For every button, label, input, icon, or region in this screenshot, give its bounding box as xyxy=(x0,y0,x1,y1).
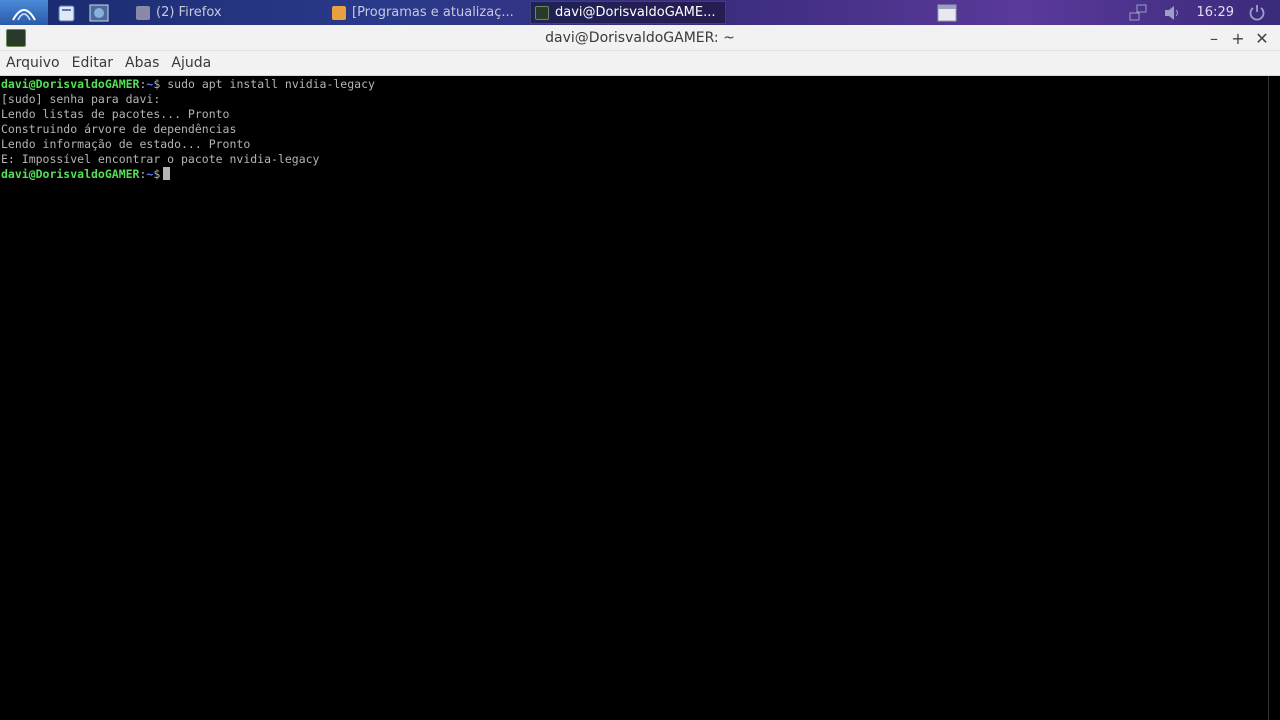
task-programas[interactable]: [Programas e atualizaç... xyxy=(328,1,524,24)
menu-arquivo[interactable]: Arquivo xyxy=(2,55,64,71)
software-center-icon xyxy=(332,5,346,20)
terminal-line: davi@DorisvaldoGAMER:~$ sudo apt install… xyxy=(1,77,1268,92)
terminal-error-line: E: Impossível encontrar o pacote nvidia-… xyxy=(1,152,320,166)
menu-editar[interactable]: Editar xyxy=(68,55,117,71)
network-tray-icon xyxy=(1129,4,1147,20)
prompt-dollar: $ xyxy=(153,77,168,91)
prompt-user: davi@DorisvaldoGAMER xyxy=(1,167,140,181)
terminal-line: Construindo árvore de dependências xyxy=(1,122,237,136)
volume-tray[interactable] xyxy=(1163,0,1183,25)
start-menu-button[interactable] xyxy=(0,0,48,25)
file-manager-launcher[interactable] xyxy=(54,0,80,25)
terminal-line: [sudo] senha para davi: xyxy=(1,92,161,106)
task-terminal[interactable]: davi@DorisvaldoGAME... xyxy=(530,1,726,24)
menubar: Arquivo Editar Abas Ajuda xyxy=(0,51,1280,76)
terminal-app-icon xyxy=(6,29,26,47)
network-tray[interactable] xyxy=(1127,0,1149,25)
close-button[interactable]: ✕ xyxy=(1250,29,1274,48)
prompt-user: davi@DorisvaldoGAMER xyxy=(1,77,140,91)
terminal-output[interactable]: davi@DorisvaldoGAMER:~$ sudo apt install… xyxy=(0,76,1268,720)
taskbar: (2) Firefox [Programas e atualizaç... da… xyxy=(0,0,1280,25)
terminal-line: Lendo informação de estado... Pronto xyxy=(1,137,251,151)
terminal-icon xyxy=(535,5,549,20)
show-desktop-button[interactable] xyxy=(937,0,957,25)
window-generic-icon xyxy=(136,5,150,20)
task-label: davi@DorisvaldoGAME... xyxy=(555,5,716,20)
power-button[interactable] xyxy=(1248,0,1266,25)
clock[interactable]: 16:29 xyxy=(1197,5,1234,20)
task-label: (2) Firefox xyxy=(156,5,222,20)
system-tray: 16:29 xyxy=(937,0,1280,25)
network-icon xyxy=(89,4,109,21)
minimize-button[interactable]: – xyxy=(1202,29,1226,48)
window-controls: – + ✕ xyxy=(1202,25,1274,51)
menu-ajuda[interactable]: Ajuda xyxy=(167,55,215,71)
menu-abas[interactable]: Abas xyxy=(121,55,163,71)
distro-logo-icon xyxy=(12,8,36,20)
prompt-dollar: $ xyxy=(153,167,161,181)
file-manager-icon xyxy=(58,5,75,21)
network-launcher[interactable] xyxy=(86,0,112,25)
terminal-line: Lendo listas de pacotes... Pronto xyxy=(1,107,230,121)
maximize-button[interactable]: + xyxy=(1226,29,1250,48)
task-firefox[interactable]: (2) Firefox xyxy=(132,1,322,24)
volume-icon xyxy=(1164,5,1178,20)
terminal-line: davi@DorisvaldoGAMER:~$ xyxy=(1,167,1268,182)
window-titlebar[interactable]: davi@DorisvaldoGAMER: ~ – + ✕ xyxy=(0,25,1280,51)
terminal-scrollbar[interactable] xyxy=(1268,76,1280,720)
terminal-cursor xyxy=(163,167,171,180)
command-text: sudo apt install nvidia-legacy xyxy=(167,77,375,91)
task-label: [Programas e atualizaç... xyxy=(352,5,514,20)
power-icon xyxy=(1249,4,1265,21)
window-title: davi@DorisvaldoGAMER: ~ xyxy=(545,29,735,46)
window-icon xyxy=(937,4,957,21)
